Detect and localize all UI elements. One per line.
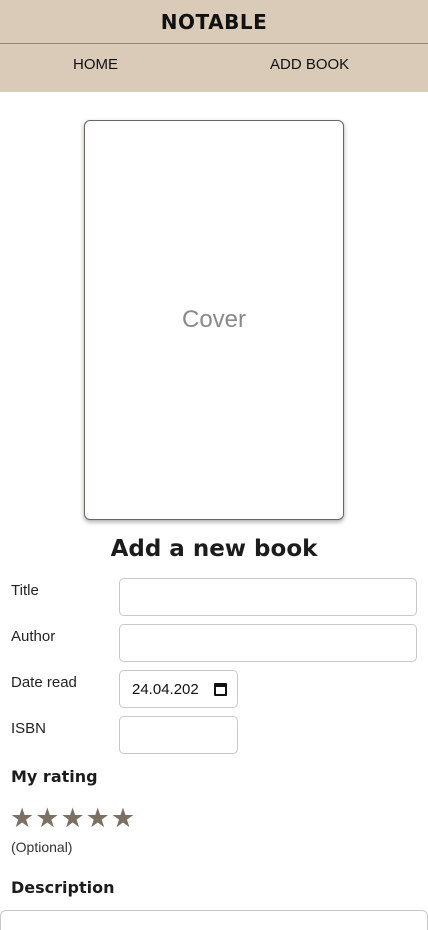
nav-home-link[interactable]: HOME	[73, 56, 118, 73]
cover-image-upload[interactable]: Cover	[84, 120, 344, 520]
rating-label: My rating	[11, 767, 98, 786]
calendar-icon[interactable]	[214, 682, 227, 696]
author-input[interactable]	[119, 624, 417, 662]
isbn-input[interactable]	[119, 716, 238, 754]
date-read-label: Date read	[11, 674, 77, 691]
description-textarea[interactable]	[0, 910, 428, 930]
nav-add-book-link[interactable]: ADD BOOK	[270, 56, 349, 73]
rating-stars: ★ ★ ★ ★ ★	[10, 802, 135, 834]
isbn-label: ISBN	[11, 720, 47, 737]
star-icon[interactable]: ★	[86, 802, 110, 834]
star-icon[interactable]: ★	[111, 802, 135, 834]
nav-bar: HOME ADD BOOK	[0, 44, 428, 91]
star-icon[interactable]: ★	[10, 802, 34, 834]
star-icon[interactable]: ★	[35, 802, 59, 834]
title-label: Title	[11, 582, 39, 599]
form-title: Add a new book	[110, 536, 318, 562]
date-read-value: 24.04.202	[132, 680, 199, 698]
date-read-input[interactable]: 24.04.202	[119, 670, 238, 708]
app-header: NOTABLE HOME ADD BOOK	[0, 0, 428, 92]
title-bar: NOTABLE	[0, 0, 428, 44]
rating-optional-note: (Optional)	[11, 839, 73, 855]
author-label: Author	[11, 628, 56, 645]
star-icon[interactable]: ★	[60, 802, 84, 834]
title-input[interactable]	[119, 578, 417, 616]
cover-placeholder-text: Cover	[181, 306, 247, 333]
description-label: Description	[11, 878, 115, 897]
app-title: NOTABLE	[160, 9, 268, 34]
